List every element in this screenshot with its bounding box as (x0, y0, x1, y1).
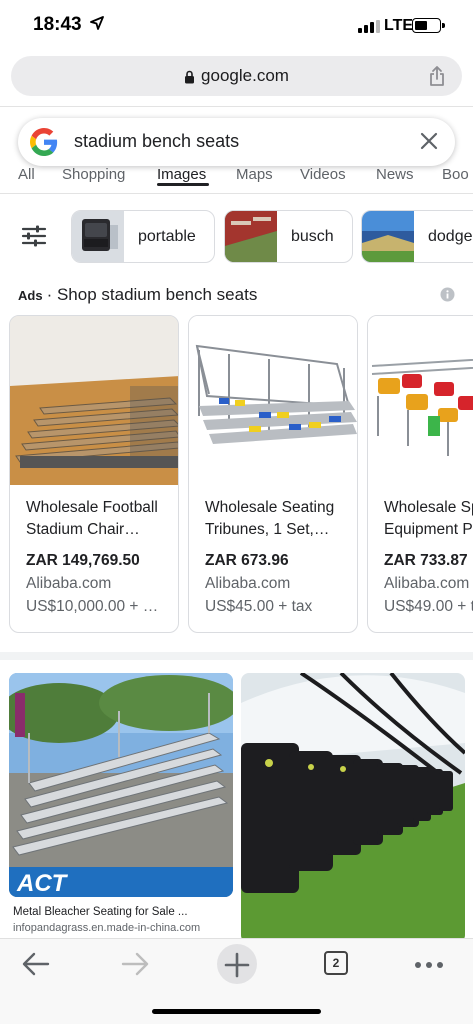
product-title: Wholesale Football Stadium Chair… (26, 499, 158, 538)
result-title: Metal Bleacher Seating for Sale ... (13, 906, 188, 918)
ads-heading: Ads · Shop stadium bench seats (18, 285, 257, 305)
battery-icon (412, 18, 445, 33)
divider (0, 193, 473, 194)
product-store: Alibaba.com (205, 575, 291, 592)
home-indicator (152, 1009, 321, 1014)
chip-thumbnail (72, 211, 124, 262)
product-card[interactable]: Wholesale Football Stadium Chair… ZAR 14… (9, 315, 179, 633)
result-image: ACT (9, 673, 233, 897)
status-time: 18:43 (33, 14, 82, 35)
ads-title: Shop stadium bench seats (56, 285, 258, 304)
product-title: Wholesale Seating Tribunes, 1 Set,… (205, 499, 335, 538)
product-price: ZAR 673.96 (205, 552, 289, 569)
tab-news[interactable]: News (376, 166, 414, 183)
product-title: Wholesale Sp… Equipment P… (384, 499, 473, 538)
location-arrow-icon (90, 16, 104, 30)
tab-maps[interactable]: Maps (236, 166, 273, 183)
chip-portable[interactable]: portable (71, 210, 215, 263)
result-source: infopandagrass.en.made-in-china.com (13, 922, 201, 934)
tab-switcher-button[interactable]: 2 (324, 951, 348, 975)
chip-label: portable (138, 227, 196, 245)
more-icon[interactable] (414, 961, 444, 969)
divider (0, 106, 473, 107)
product-image (10, 316, 178, 485)
address-bar[interactable]: google.com (11, 56, 462, 96)
share-icon[interactable] (428, 65, 446, 87)
url-text: google.com (201, 66, 289, 85)
google-logo-icon (30, 128, 58, 156)
tab-shopping[interactable]: Shopping (62, 166, 125, 183)
product-card[interactable]: Wholesale Sp… Equipment P… ZAR 733.87 Al… (367, 315, 473, 633)
tab-all[interactable]: All (18, 166, 35, 183)
chip-thumbnail (225, 211, 277, 262)
image-result[interactable] (241, 673, 465, 943)
section-divider (0, 652, 473, 660)
chip-dodge[interactable]: dodge (361, 210, 473, 263)
active-tab-indicator (157, 183, 209, 186)
plus-icon[interactable] (223, 951, 251, 979)
product-price: ZAR 149,769.50 (26, 552, 140, 569)
product-shipping: US$10,000.00 + … (26, 598, 159, 615)
chip-label: dodge (428, 227, 473, 245)
tab-books[interactable]: Boo (442, 166, 469, 183)
ads-label: Ads (18, 288, 43, 303)
back-arrow-icon[interactable] (21, 951, 51, 977)
product-shipping: US$45.00 + tax (205, 598, 313, 615)
product-price: ZAR 733.87 (384, 552, 468, 569)
result-image-text: ACT (16, 870, 69, 897)
close-icon[interactable] (417, 129, 441, 153)
forward-arrow-icon[interactable] (120, 951, 150, 977)
ads-separator: · (46, 285, 53, 304)
status-bar: 18:43 LTE (0, 0, 473, 52)
lock-icon (185, 70, 195, 84)
product-store: Alibaba.com (384, 575, 470, 592)
product-shipping: US$49.00 + t (384, 598, 473, 615)
product-store: Alibaba.com (26, 575, 112, 592)
image-result[interactable]: ACT Metal Bleacher Seating for Sale ... … (9, 673, 233, 943)
info-icon[interactable] (440, 287, 455, 302)
product-image (189, 316, 357, 485)
tab-videos[interactable]: Videos (300, 166, 346, 183)
product-image (368, 316, 473, 485)
chip-thumbnail (362, 211, 414, 262)
filter-sliders-icon[interactable] (21, 224, 47, 248)
product-card[interactable]: Wholesale Seating Tribunes, 1 Set,… ZAR … (188, 315, 358, 633)
result-image (241, 673, 465, 943)
search-input[interactable]: stadium bench seats (74, 131, 239, 152)
screen: 18:43 LTE google.com All Shopping Images… (0, 0, 473, 1024)
signal-icon (358, 20, 380, 33)
network-label: LTE (384, 17, 414, 34)
search-box[interactable]: stadium bench seats (18, 118, 455, 166)
tab-images[interactable]: Images (157, 166, 206, 183)
chip-label: busch (291, 227, 334, 245)
chip-busch[interactable]: busch (224, 210, 353, 263)
